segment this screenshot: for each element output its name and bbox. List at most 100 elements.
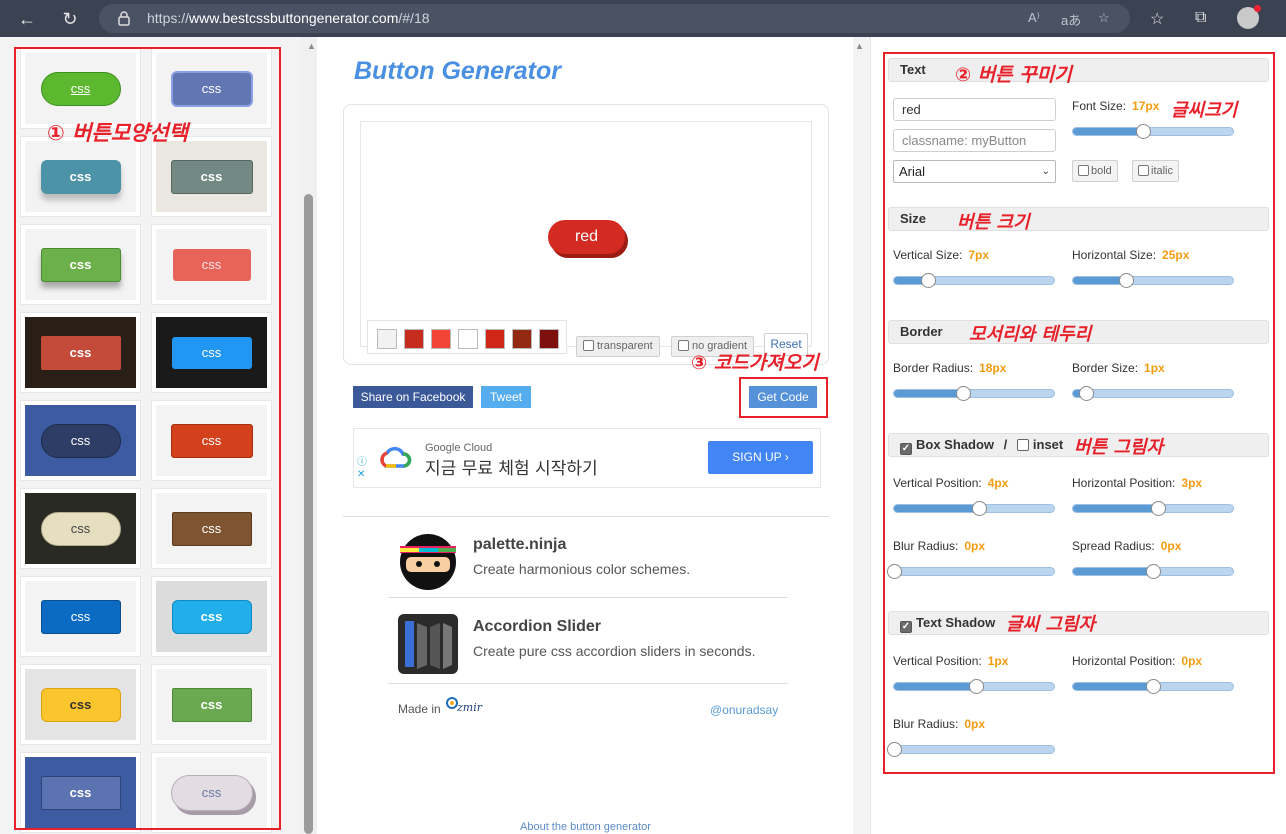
slider-knob[interactable] [887,742,902,757]
text-shadow-label: Text Shadow [916,615,996,630]
font-size-label: Font Size: 17px [1072,99,1160,113]
font-size-value: 17px [1132,99,1160,113]
annotation-font-size: 글씨크기 [1171,100,1238,121]
promo-palette-ninja[interactable]: palette.ninja Create harmonious color sc… [388,531,788,611]
section-text: Text [888,58,1269,82]
scroll-up-arrow-icon[interactable]: ▲ [855,41,864,51]
border-radius-value: 18px [979,361,1007,375]
slider-fill [1073,128,1144,135]
box-shadow-label: Box Shadow [916,437,995,452]
transparent-label: transparent [597,340,653,352]
border-size-slider[interactable] [1072,386,1234,401]
collections-icon[interactable]: ⧉ [1195,9,1206,27]
checkbox[interactable] [1078,165,1089,176]
italic-toggle[interactable]: italic [1132,160,1180,182]
notification-dot [1254,5,1261,12]
box-shadow-checkbox[interactable]: ✓ [900,443,912,455]
promo-accordion-slider[interactable]: Accordion Slider Create pure css accordi… [388,613,788,693]
checkbox[interactable] [583,340,594,351]
preview-button[interactable]: red [548,220,625,254]
profile-avatar[interactable] [1237,5,1261,29]
swatch[interactable] [377,329,397,349]
swatch[interactable] [485,329,505,349]
about-link[interactable]: About the button generator [520,821,651,833]
bs-spread-radius-label: Spread Radius: 0px [1072,539,1182,553]
promo-desc: Create harmonious color schemes. [473,561,691,577]
slider-knob[interactable] [955,386,971,401]
ts-blur-radius-slider[interactable] [887,742,1055,757]
divider [388,683,788,684]
annotation-style-select: ① 버튼모양선택 [47,121,189,145]
section-size: Size [888,207,1269,231]
divider [388,597,788,598]
swatch[interactable] [512,329,532,349]
promo-name: Accordion Slider [473,618,602,635]
font-family-select[interactable]: Arial ⌄ [893,160,1056,183]
swatch[interactable] [539,329,559,349]
bs-spread-radius-slider[interactable] [1072,564,1234,579]
slider-knob[interactable] [1118,273,1134,288]
horizontal-size-slider[interactable] [1072,273,1234,288]
bold-toggle[interactable]: bold [1072,160,1118,182]
scroll-up-arrow-icon[interactable]: ▲ [307,41,316,51]
ad-headline: 지금 무료 체험 시작하기 [425,459,598,479]
inset-checkbox[interactable] [1016,439,1029,451]
add-favorite-icon[interactable]: ☆ [1098,10,1110,26]
border-radius-slider[interactable] [893,386,1055,401]
slider-knob[interactable] [971,501,987,516]
divider [343,516,829,517]
back-arrow-icon[interactable]: ← [16,8,38,30]
twitter-link[interactable]: @onuradsay [710,703,778,717]
checkbox[interactable] [678,340,689,351]
ad-signup-label: SIGN UP [732,450,782,464]
ad-banner[interactable]: ⓘ ✕ Google Cloud 지금 무료 체험 시작하기 SIGN UP › [353,428,821,488]
text-shadow-checkbox[interactable]: ✓ [900,621,912,633]
tweet-button[interactable]: Tweet [481,386,531,408]
slider-knob[interactable] [1146,564,1161,579]
refresh-icon[interactable]: ↻ [59,8,81,30]
lock-icon [117,10,133,26]
bs-vertical-position-value: 4px [987,476,1009,490]
annotation-border: 모서리와 테두리 [969,324,1092,345]
browser-toolbar: ← ↻ https://www.bestcssbuttongenerator.c… [0,0,1286,37]
preview-area: red transparent no gradient Reset [360,121,812,357]
ts-vertical-position-value: 1px [987,654,1009,668]
google-cloud-logo [380,446,412,468]
address-bar[interactable]: https://www.bestcssbuttongenerator.com/#… [99,4,1130,33]
swatch[interactable] [458,329,478,349]
left-scrollbar-thumb[interactable] [304,194,313,834]
bs-blur-radius-value: 0px [964,539,986,553]
button-style-gallery: css css css css css css css css css css [0,37,300,834]
slider-knob[interactable] [1146,679,1161,694]
button-text-input[interactable]: red [893,98,1056,121]
vertical-size-value: 7px [968,248,990,262]
translate-icon[interactable]: aあ [1061,10,1081,29]
slider-knob[interactable] [968,679,984,694]
ts-vertical-position-slider[interactable] [893,679,1055,694]
bs-horizontal-position-slider[interactable] [1072,501,1234,516]
checkbox[interactable] [1138,165,1149,176]
font-size-slider[interactable] [1072,124,1234,139]
bs-spread-radius-value: 0px [1160,539,1182,553]
ad-signup-button[interactable]: SIGN UP › [708,441,813,474]
transparent-toggle[interactable]: transparent [576,336,660,357]
read-aloud-icon[interactable]: A⁾ [1028,10,1040,26]
slider-knob[interactable] [1150,501,1166,516]
horizontal-size-label: Horizontal Size: 25px [1072,248,1190,262]
bs-vertical-position-slider[interactable] [893,501,1055,516]
favorites-icon[interactable]: ☆ [1150,9,1164,29]
slider-knob[interactable] [887,564,902,579]
ts-horizontal-position-slider[interactable] [1072,679,1234,694]
slider-knob[interactable] [1078,386,1094,401]
share-facebook-button[interactable]: Share on Facebook [353,386,473,408]
vertical-size-slider[interactable] [893,273,1055,288]
chevron-right-icon: › [784,450,789,464]
slider-knob[interactable] [920,273,936,288]
bs-blur-radius-slider[interactable] [887,564,1055,579]
classname-input[interactable]: classname: myButton [893,129,1056,152]
annotation-get-code: ③ 코드가져오기 [691,352,819,374]
swatch[interactable] [404,329,424,349]
left-scrollbar[interactable] [300,37,317,834]
swatch[interactable] [431,329,451,349]
ad-choices-icon[interactable]: ⓘ ✕ [357,457,367,481]
